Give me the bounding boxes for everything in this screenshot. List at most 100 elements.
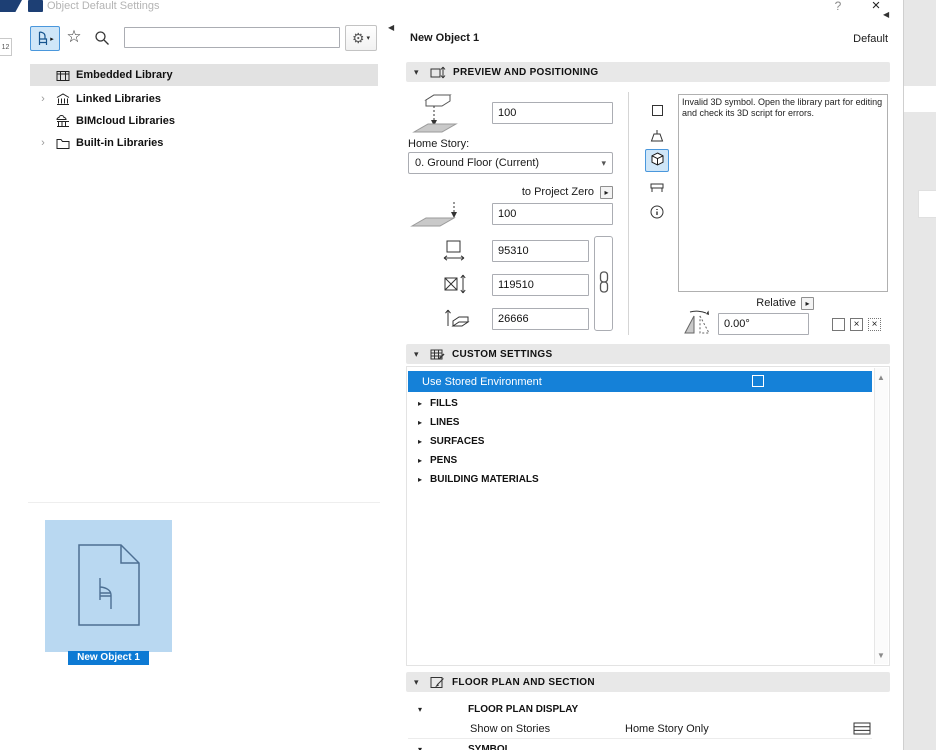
- checkbox-x-icon: ×: [853, 319, 860, 330]
- scroll-down-button[interactable]: ▼: [874, 648, 888, 664]
- tree-item-label: Embedded Library: [76, 69, 173, 81]
- library-options-button[interactable]: ⚙ ▾: [345, 25, 377, 51]
- object-default-settings-dialog: 12 Object Default Settings ? × ▸ ☆ ⚙ ▾ ◀…: [0, 0, 936, 750]
- background-app-logo: [0, 0, 22, 12]
- to-project-zero-label: to Project Zero: [521, 186, 594, 198]
- section-title: CUSTOM SETTINGS: [452, 348, 553, 360]
- collapse-arrow-icon: ◀: [883, 10, 890, 19]
- group-floor-plan-display[interactable]: ▾ FLOOR PLAN DISPLAY: [408, 699, 870, 719]
- elevation-bottom-icon: [410, 200, 470, 233]
- dim-a-input[interactable]: [492, 240, 589, 262]
- tree-item-linked-libraries[interactable]: › Linked Libraries: [30, 88, 378, 110]
- rotation-angle-input[interactable]: [718, 313, 809, 335]
- backdrop-right-strip: [903, 0, 936, 750]
- custom-settings-scrollbar[interactable]: [874, 368, 888, 664]
- flyout-arrow-icon: ▸: [604, 188, 609, 197]
- search-icon: [94, 31, 110, 49]
- home-story-select[interactable]: 0. Ground Floor (Current) ▾: [408, 152, 613, 174]
- custom-settings-icon: [430, 348, 445, 361]
- dim-b-input[interactable]: [492, 274, 589, 296]
- section-floor-plan[interactable]: ▾ FLOOR PLAN AND SECTION: [406, 672, 890, 692]
- preview-vertical-divider: [628, 92, 629, 335]
- tree-item-label: Linked Libraries: [76, 93, 161, 105]
- tree-item-label: Built-in Libraries: [76, 137, 164, 149]
- document-chair-icon: [77, 543, 140, 629]
- section-title: PREVIEW AND POSITIONING: [453, 66, 599, 78]
- preview-canvas[interactable]: Invalid 3D symbol. Open the library part…: [678, 94, 888, 292]
- section-custom-settings[interactable]: ▾ CUSTOM SETTINGS: [406, 344, 890, 364]
- view-side-button[interactable]: [645, 176, 669, 199]
- dialog-title: Object Default Settings: [47, 0, 160, 12]
- library-search-input[interactable]: [124, 27, 340, 48]
- collapse-right-panel-button[interactable]: ◀: [883, 10, 889, 19]
- view-front-button[interactable]: [645, 126, 669, 149]
- group-fills[interactable]: ▸ FILLS: [408, 394, 870, 413]
- mirror-checkbox[interactable]: [832, 318, 845, 331]
- dim-width-icon: [443, 239, 467, 265]
- elevation-top-icon: [412, 88, 470, 137]
- offset-to-home-story-input[interactable]: [492, 102, 613, 124]
- dim-depth-icon: [443, 273, 469, 299]
- group-label: FILLS: [430, 398, 458, 409]
- to-project-zero-button[interactable]: ▸: [600, 186, 613, 199]
- object-type-button[interactable]: ▸: [30, 26, 60, 51]
- group-pens[interactable]: ▸ PENS: [408, 451, 870, 470]
- chain-link-control[interactable]: [594, 236, 613, 331]
- mirrored-state-checkbox[interactable]: ×: [850, 318, 863, 331]
- folder-icon: [54, 137, 72, 149]
- group-triangle-icon: ▸: [418, 399, 423, 408]
- section-preview-positioning[interactable]: ▾ PREVIEW AND POSITIONING: [406, 62, 890, 82]
- group-triangle-icon: ▾: [418, 744, 423, 750]
- chevron-right-icon[interactable]: ›: [36, 137, 50, 149]
- home-story-value: 0. Ground Floor (Current): [415, 157, 540, 169]
- preview-info-button[interactable]: [645, 202, 669, 225]
- tree-item-bimcloud-libraries[interactable]: BIMcloud Libraries: [30, 110, 378, 132]
- show-on-stories-value[interactable]: Home Story Only: [625, 723, 709, 735]
- stored-environment-row[interactable]: Use Stored Environment: [408, 371, 872, 392]
- embedded-library-icon: [54, 69, 72, 82]
- group-label: BUILDING MATERIALS: [430, 474, 539, 485]
- group-label: FLOOR PLAN DISPLAY: [468, 703, 579, 715]
- flyout-arrow-icon: ▸: [805, 299, 810, 308]
- flyout-arrow-icon: ▸: [50, 35, 54, 43]
- stories-icon: [853, 721, 871, 736]
- group-label: SURFACES: [430, 436, 485, 447]
- relative-label: Relative: [756, 297, 796, 309]
- star-icon: ☆: [66, 27, 82, 46]
- favorites-button[interactable]: ☆: [64, 27, 84, 47]
- group-building-materials[interactable]: ▸ BUILDING MATERIALS: [408, 470, 870, 489]
- search-button[interactable]: [94, 30, 112, 48]
- chevron-right-icon[interactable]: ›: [36, 93, 50, 105]
- group-label: SYMBOL: [468, 743, 511, 750]
- gear-icon: ⚙: [351, 29, 365, 46]
- group-triangle-icon: ▸: [418, 437, 423, 446]
- scroll-down-icon: ▼: [877, 651, 885, 660]
- tree-item-builtin-libraries[interactable]: › Built-in Libraries: [30, 132, 378, 154]
- stored-environment-checkbox[interactable]: [752, 375, 764, 387]
- object-name: New Object 1: [410, 32, 480, 44]
- section-triangle-icon: ▾: [414, 66, 419, 77]
- show-on-stories-label: Show on Stories: [470, 722, 551, 735]
- preset-name[interactable]: Default: [830, 33, 888, 45]
- dim-c-input[interactable]: [492, 308, 589, 330]
- view-3d-button[interactable]: [645, 149, 669, 172]
- tree-item-embedded-library[interactable]: Embedded Library: [30, 64, 378, 86]
- bimcloud-libraries-icon: [54, 114, 72, 128]
- side-view-icon: [649, 179, 665, 196]
- mirrored-dashed-checkbox[interactable]: ×: [868, 318, 881, 331]
- group-label: PENS: [430, 455, 458, 466]
- scroll-up-button[interactable]: ▲: [874, 370, 888, 386]
- preview-error-text: Invalid 3D symbol. Open the library part…: [682, 97, 883, 119]
- group-surfaces[interactable]: ▸ SURFACES: [408, 432, 870, 451]
- relative-flyout-button[interactable]: ▸: [801, 297, 814, 310]
- group-symbol[interactable]: ▾ SYMBOL: [408, 740, 870, 750]
- floor-plan-icon: [430, 676, 445, 689]
- group-lines[interactable]: ▸ LINES: [408, 413, 870, 432]
- tree-area-divider: [28, 502, 380, 503]
- view-2d-symbol-button[interactable]: [645, 100, 669, 123]
- collapse-left-panel-button[interactable]: ◀: [388, 23, 394, 32]
- object-thumbnail[interactable]: [45, 520, 172, 652]
- group-triangle-icon: ▸: [418, 456, 423, 465]
- offset-to-project-zero-input[interactable]: [492, 203, 613, 225]
- help-button[interactable]: ?: [828, 0, 848, 13]
